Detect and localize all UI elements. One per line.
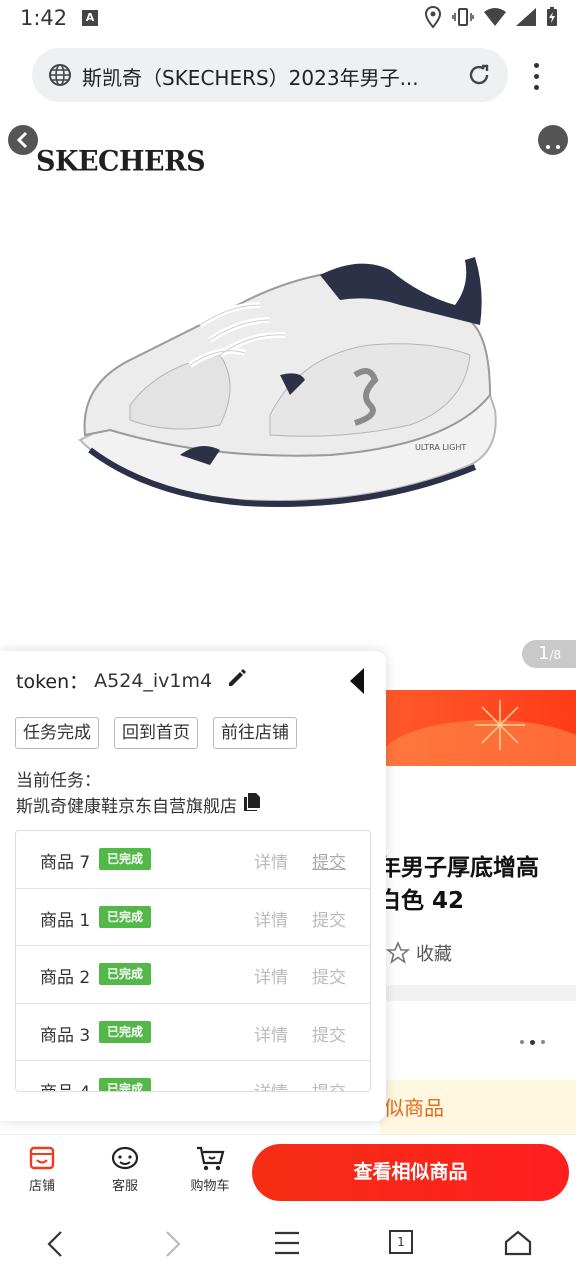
detail-link[interactable]: 详情 — [254, 1078, 288, 1091]
product-title-line2: 白色 42 — [378, 888, 465, 914]
brand-logo: SKECHERS — [36, 145, 206, 178]
submit-link[interactable]: 提交 — [312, 906, 346, 931]
signal-icon — [516, 8, 536, 30]
item-name: 商品 2 — [40, 968, 91, 988]
page-total: /8 — [549, 648, 562, 662]
go-to-shop-button[interactable]: 前往店铺 — [213, 717, 297, 749]
shop-icon — [12, 1143, 72, 1175]
status-time: 1:42 — [20, 6, 68, 30]
star-icon — [386, 941, 410, 964]
similar-products-label: 似商品 — [384, 1096, 444, 1120]
favorite-label: 收藏 — [416, 944, 452, 965]
shop-tab[interactable]: 店铺 — [12, 1143, 72, 1194]
reload-icon[interactable] — [466, 62, 492, 92]
cart-icon — [180, 1143, 240, 1175]
cart-tab[interactable]: 购物车 — [180, 1143, 240, 1194]
token-row: token： A524_iv1m4 — [16, 667, 248, 694]
list-item: 商品 4 已完成 详情 提交 — [16, 1061, 370, 1091]
edit-icon[interactable] — [226, 667, 248, 694]
status-badge: 已完成 — [99, 905, 152, 928]
task-complete-button[interactable]: 任务完成 — [15, 717, 99, 749]
view-similar-button[interactable]: 查看相似商品 — [252, 1144, 569, 1201]
location-icon — [424, 5, 442, 32]
status-badge: 已完成 — [99, 963, 152, 985]
detail-link[interactable]: 详情 — [254, 848, 288, 873]
product-title-line1: 年男子厚底增高 — [378, 855, 539, 881]
current-task-shop-name: 斯凯奇健康鞋京东自营旗舰店 — [16, 797, 237, 817]
address-bar[interactable]: 斯凯奇（SKECHERS）2023年男子... — [32, 48, 508, 102]
list-item: 商品 3 已完成 详情 提交 — [16, 1004, 370, 1061]
status-badge: 已完成 — [99, 848, 152, 870]
collapse-panel-icon[interactable] — [348, 667, 366, 699]
current-task-label: 当前任务： — [16, 771, 101, 791]
cart-label: 购物车 — [190, 1179, 230, 1194]
shop-label: 店铺 — [28, 1179, 55, 1194]
image-page-indicator: 1/8 — [522, 640, 576, 668]
back-home-button[interactable]: 回到首页 — [114, 717, 198, 749]
task-item-list[interactable]: 商品 7 已完成 详情 提交 商品 1 已完成 详情 提交 商品 2 已完成 详… — [15, 830, 371, 1092]
url-title: 斯凯奇（SKECHERS）2023年男子... — [82, 66, 419, 90]
globe-icon — [48, 63, 72, 91]
browser-menu-icon[interactable] — [526, 60, 546, 92]
carousel-dots — [520, 1040, 545, 1045]
list-item: 商品 7 已完成 详情 提交 — [16, 831, 370, 889]
card-divider — [380, 985, 576, 1001]
vibrate-icon — [452, 7, 474, 31]
notification-a-icon: A — [82, 10, 98, 26]
item-name: 商品 7 — [40, 853, 91, 873]
service-tab[interactable]: 客服 — [95, 1143, 155, 1194]
panel-button-row: 任务完成 回到首页 前往店铺 — [15, 717, 297, 749]
back-nav-icon[interactable] — [44, 1230, 66, 1262]
item-name: 商品 3 — [40, 1025, 91, 1046]
detail-link[interactable]: 详情 — [254, 1021, 288, 1046]
promo-banner[interactable] — [380, 690, 576, 766]
detail-link[interactable]: 详情 — [254, 906, 288, 931]
list-item: 商品 1 已完成 详情 提交 — [16, 889, 370, 946]
item-name: 商品 1 — [40, 910, 91, 931]
page-current: 1 — [538, 643, 550, 664]
item-name: 商品 4 — [40, 1078, 90, 1091]
current-task-shop: 斯凯奇健康鞋京东自营旗舰店 — [16, 792, 261, 817]
navigation-bar: 1 — [0, 1210, 576, 1280]
shoe-image: ULTRA LIGHT — [70, 245, 500, 549]
svg-text:ULTRA LIGHT: ULTRA LIGHT — [415, 443, 466, 452]
status-icons — [424, 5, 558, 32]
similar-products-strip[interactable]: 似商品 — [380, 1080, 576, 1134]
status-badge: 已完成 — [99, 1078, 152, 1091]
tab-switcher-icon[interactable]: 1 — [389, 1230, 413, 1254]
status-badge: 已完成 — [99, 1020, 152, 1043]
list-item: 商品 2 已完成 详情 提交 — [16, 946, 370, 1004]
more-icon[interactable] — [538, 125, 568, 155]
detail-link[interactable]: 详情 — [254, 963, 288, 988]
submit-link[interactable]: 提交 — [312, 848, 346, 873]
copy-icon[interactable] — [243, 792, 261, 817]
submit-link[interactable]: 提交 — [312, 1021, 346, 1046]
wifi-icon — [484, 8, 506, 30]
menu-nav-icon[interactable] — [274, 1230, 300, 1260]
forward-nav-icon[interactable] — [162, 1230, 184, 1262]
submit-link[interactable]: 提交 — [312, 1078, 346, 1091]
home-nav-icon[interactable] — [504, 1230, 532, 1260]
submit-link[interactable]: 提交 — [312, 963, 346, 988]
customer-service-icon — [95, 1143, 155, 1175]
service-label: 客服 — [111, 1179, 138, 1194]
back-icon[interactable] — [8, 125, 38, 155]
favorite-button[interactable]: 收藏 — [386, 940, 452, 966]
token-label: token： — [16, 671, 89, 693]
bottom-action-bar: 店铺 客服 购物车 查看相似商品 — [0, 1134, 576, 1208]
battery-icon — [546, 7, 558, 31]
status-bar: 1:42 A — [0, 0, 576, 36]
task-panel: token： A524_iv1m4 任务完成 回到首页 前往店铺 当前任务： 斯… — [0, 651, 386, 1121]
product-title-peek: 年男子厚底增高 白色 42 — [378, 852, 539, 918]
token-value: A524_iv1m4 — [94, 669, 213, 692]
